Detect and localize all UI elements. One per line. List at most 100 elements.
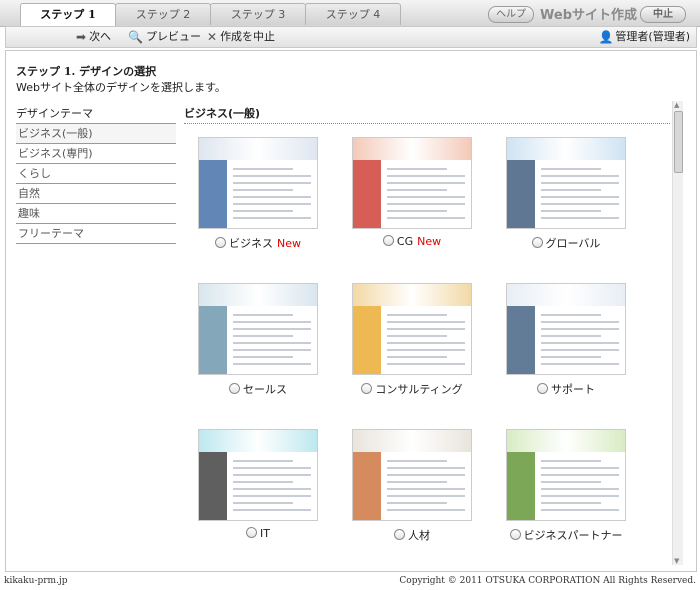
radio-button[interactable]: [509, 529, 521, 540]
thumbnail-text-line: [387, 168, 447, 170]
design-thumbnail[interactable]: [352, 283, 472, 375]
design-radio-label[interactable]: サポート: [506, 381, 626, 397]
design-radio-label[interactable]: CG New: [352, 235, 472, 248]
magnifier-icon: 🔍: [128, 30, 143, 44]
preview-button[interactable]: 🔍 プレビュー: [128, 29, 201, 45]
thumbnail-text-line: [541, 363, 619, 365]
design-thumbnail[interactable]: [198, 137, 318, 229]
design-radio-label[interactable]: ビジネス New: [198, 235, 318, 251]
thumbnail-text-line: [541, 182, 619, 184]
design-thumbnail[interactable]: [352, 429, 472, 521]
design-thumbnail[interactable]: [198, 283, 318, 375]
tab-step-3[interactable]: ステップ 3: [210, 3, 306, 25]
radio-button[interactable]: [531, 237, 543, 248]
thumbnail-text-line: [233, 495, 311, 497]
thumbnail-text-line: [233, 168, 293, 170]
thumbnail-sidebar: [353, 160, 381, 228]
scrollbar-thumb[interactable]: [674, 111, 683, 173]
design-thumbnail[interactable]: [506, 429, 626, 521]
design-option[interactable]: セールス: [198, 283, 318, 397]
design-radio-label[interactable]: グローバル: [506, 235, 626, 251]
site-title: Webサイト作成: [540, 8, 637, 23]
scrollbar[interactable]: ▲ ▼: [672, 101, 683, 565]
thumbnail-text-line: [387, 363, 465, 365]
thumbnail-text-line: [387, 196, 465, 198]
design-option[interactable]: CG New: [352, 137, 472, 248]
radio-button[interactable]: [361, 383, 373, 394]
thumbnail-text-line: [233, 460, 293, 462]
thumbnail-sidebar: [507, 160, 535, 228]
design-name: ビジネスパートナー: [523, 529, 623, 542]
cancel-label: 作成を中止: [220, 30, 276, 43]
thumbnail-header: [507, 430, 625, 452]
thumbnail-text-line: [541, 196, 619, 198]
radio-button[interactable]: [382, 235, 394, 246]
thumbnail-text-line: [541, 488, 619, 490]
user-label: 管理者(管理者): [615, 30, 690, 43]
design-thumbnail[interactable]: [352, 137, 472, 229]
design-radio-label[interactable]: セールス: [198, 381, 318, 397]
radio-button[interactable]: [537, 383, 548, 394]
radio-button[interactable]: [394, 529, 405, 540]
design-option[interactable]: ビジネス New: [198, 137, 318, 251]
design-thumbnail[interactable]: [506, 283, 626, 375]
design-option[interactable]: ビジネスパートナー: [506, 429, 626, 543]
stop-button[interactable]: 中止: [640, 6, 686, 23]
thumbnail-text-line: [387, 509, 465, 511]
category-title: ビジネス(一般): [184, 105, 670, 124]
thumbnail-header: [353, 138, 471, 160]
design-thumbnail[interactable]: [506, 137, 626, 229]
design-name: IT: [260, 527, 270, 540]
thumbnail-text-line: [387, 460, 447, 462]
design-radio-label[interactable]: ビジネスパートナー: [506, 527, 626, 543]
thumbnail-header: [507, 284, 625, 306]
thumbnail-text-line: [387, 217, 465, 219]
page-title: ステップ 1. デザインの選択: [16, 65, 157, 78]
thumbnail-text-line: [387, 495, 465, 497]
design-radio-label[interactable]: コンサルティング: [352, 381, 472, 397]
design-option[interactable]: グローバル: [506, 137, 626, 251]
thumbnail-text-line: [233, 363, 311, 365]
help-button[interactable]: ヘルプ: [488, 6, 534, 23]
thumbnail-text-line: [233, 328, 311, 330]
thumbnail-text-line: [233, 335, 293, 337]
thumbnail-text-line: [233, 502, 293, 504]
design-option[interactable]: サポート: [506, 283, 626, 397]
cancel-button[interactable]: ✕ 作成を中止: [207, 29, 275, 45]
next-button[interactable]: ➡ 次へ: [76, 29, 111, 45]
scroll-down-icon[interactable]: ▼: [674, 557, 679, 565]
tab-step-2[interactable]: ステップ 2: [115, 3, 211, 25]
thumbnail-text-line: [541, 481, 601, 483]
design-option[interactable]: IT: [198, 429, 318, 540]
tab-step-1[interactable]: ステップ 1: [20, 3, 116, 26]
design-radio-label[interactable]: 人材: [352, 527, 472, 543]
thumbnail-text-line: [387, 203, 465, 205]
design-radio-label[interactable]: IT: [198, 527, 318, 540]
design-name: セールス: [243, 383, 287, 396]
sidebar-item-free-theme[interactable]: フリーテーマ: [16, 224, 176, 244]
sidebar-item-nature[interactable]: 自然: [16, 184, 176, 204]
page-subtitle: Webサイト全体のデザインを選択します。: [16, 81, 226, 94]
design-thumbnail[interactable]: [198, 429, 318, 521]
thumbnail-text-line: [541, 495, 619, 497]
design-option[interactable]: 人材: [352, 429, 472, 543]
sidebar-item-business-general[interactable]: ビジネス(一般): [16, 124, 176, 144]
thumbnail-text-line: [541, 168, 601, 170]
sidebar-item-business-special[interactable]: ビジネス(専門): [16, 144, 176, 164]
radio-button[interactable]: [229, 383, 240, 394]
thumbnail-text-line: [233, 509, 311, 511]
scroll-up-icon[interactable]: ▲: [674, 101, 679, 109]
toolbar: ➡ 次へ 🔍 プレビュー ✕ 作成を中止 👤 管理者(管理者): [5, 26, 697, 48]
thumbnail-sidebar: [353, 306, 381, 374]
sidebar-item-hobby[interactable]: 趣味: [16, 204, 176, 224]
close-icon: ✕: [207, 30, 218, 44]
design-name: グローバル: [545, 237, 601, 250]
design-list: ビジネス(一般) ビジネス New CG New グローバルセールス コンサルティング サポ…: [184, 105, 670, 569]
tab-step-4[interactable]: ステップ 4: [305, 3, 401, 25]
sidebar-item-living[interactable]: くらし: [16, 164, 176, 184]
radio-button[interactable]: [246, 527, 258, 538]
design-option[interactable]: コンサルティング: [352, 283, 472, 397]
thumbnail-text-line: [387, 210, 447, 212]
user-info: 👤 管理者(管理者): [598, 29, 690, 45]
radio-button[interactable]: [215, 237, 226, 248]
